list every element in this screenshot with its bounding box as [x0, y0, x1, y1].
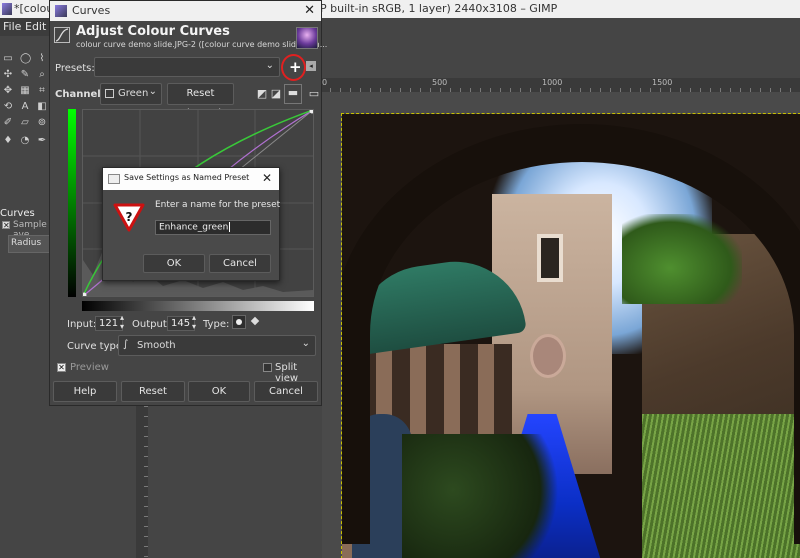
chevron-down-icon: ⌄	[301, 338, 310, 349]
zoom-tool-icon[interactable]: ⌕	[37, 70, 47, 80]
ruler-mark-1000: 1000	[542, 78, 563, 87]
radius-field[interactable]: Radius	[8, 235, 52, 253]
save-preset-titlebar: Save Settings as Named Preset ✕	[103, 168, 279, 190]
input-value: 121	[99, 318, 119, 329]
channel-value: Green	[118, 88, 149, 99]
add-preset-button-highlight[interactable]: +	[281, 54, 306, 81]
save-preset-dialog: Save Settings as Named Preset ✕ ? Enter …	[102, 167, 280, 281]
curves-icon	[54, 27, 70, 43]
curves-title: Curves	[72, 4, 111, 17]
crop-tool-icon[interactable]: ⌗	[37, 86, 47, 96]
paintbrush-tool-icon[interactable]: ✐	[3, 118, 13, 128]
ruler-mark-500: 500	[432, 78, 448, 87]
log-histogram-icon[interactable]: ◪	[268, 86, 284, 102]
output-spin-arrows-icon[interactable]: ▴ ▾	[192, 313, 196, 331]
eraser-tool-icon[interactable]: ▱	[20, 118, 30, 128]
channel-icon	[105, 89, 114, 98]
plus-icon: +	[289, 58, 302, 76]
curve-view-icon[interactable]: ▬	[284, 84, 302, 104]
curves-titlebar: Curves ✕	[50, 1, 321, 21]
tool-options-title: Curves	[0, 208, 35, 219]
question-warning-icon: ?	[113, 202, 145, 232]
ruler-mark-0: 0	[322, 78, 328, 87]
menu-edit[interactable]: Edit	[25, 18, 46, 36]
preset-cancel-button[interactable]: Cancel	[209, 254, 271, 273]
cancel-button[interactable]: Cancel	[254, 381, 318, 402]
corner-point-type-icon[interactable]	[250, 316, 260, 326]
gimp-app-icon	[2, 3, 12, 15]
curves-heading: Adjust Colour Curves	[76, 24, 230, 39]
curve-type-combo[interactable]: ∫ Smooth ⌄	[118, 335, 316, 356]
ellipse-select-tool-icon[interactable]: ◯	[20, 54, 31, 64]
ruler-mark-1500: 1500	[652, 78, 673, 87]
image-canvas-photo[interactable]	[341, 113, 800, 558]
smooth-point-type-icon[interactable]	[232, 315, 246, 329]
curve-type-value: Smooth	[137, 340, 176, 351]
vertical-ruler	[136, 406, 148, 558]
transform-tool-icon[interactable]: ⟲	[3, 102, 13, 112]
reset-channel-button[interactable]: Reset Channel	[167, 83, 234, 119]
input-label: Input:	[67, 319, 97, 330]
chevron-down-icon: ⌄	[148, 86, 157, 97]
svg-text:?: ?	[126, 210, 133, 224]
text-caret	[229, 222, 231, 232]
input-spin-arrows-icon[interactable]: ▴ ▾	[120, 313, 124, 331]
dialog-icon	[108, 174, 120, 184]
fuzzy-select-tool-icon[interactable]: ✣	[3, 70, 13, 80]
rect-select-tool-icon[interactable]: ▭	[3, 54, 13, 64]
tool-options-panel: Curves ✕ Sample ave Radius	[0, 192, 52, 558]
close-icon[interactable]: ✕	[262, 171, 272, 185]
output-label: Output:	[132, 319, 171, 330]
bucket-fill-tool-icon[interactable]: ◧	[37, 102, 47, 112]
ok-button[interactable]: OK	[188, 381, 250, 402]
curve-type-label: Curve type:	[67, 341, 126, 352]
channel-combo[interactable]: Green ⌄	[100, 83, 162, 105]
paths-tool-icon[interactable]: ✒	[37, 136, 47, 146]
output-value: 145	[171, 318, 191, 329]
curves-subtitle: colour curve demo slide.JPG-2 ([colour c…	[76, 40, 328, 49]
preview-label: Preview	[70, 362, 109, 373]
sample-average-checkbox[interactable]: ✕	[2, 221, 10, 230]
smudge-tool-icon[interactable]: ♦	[3, 136, 13, 146]
clone-tool-icon[interactable]: ⊚	[37, 118, 47, 128]
smooth-curve-icon: ∫	[123, 339, 129, 350]
dodge-tool-icon[interactable]: ◔	[20, 136, 30, 146]
text-tool-icon[interactable]: A	[20, 102, 30, 112]
output-gradient-bar	[68, 109, 76, 297]
type-label: Type:	[203, 319, 230, 330]
image-thumbnail	[296, 27, 318, 49]
presets-menu-icon[interactable]: ◂	[306, 61, 316, 71]
main-window-title-right: P built-in sRGB, 1 layer) 2440x3108 – GI…	[320, 2, 558, 15]
preview-checkbox[interactable]: ✕	[57, 363, 66, 372]
help-button[interactable]: Help	[53, 381, 117, 402]
presets-label: Presets:	[55, 63, 95, 74]
preset-name-input[interactable]: Enhance_green	[155, 220, 271, 235]
preset-name-prompt: Enter a name for the preset	[155, 200, 281, 210]
move-tool-icon[interactable]: ✥	[3, 86, 13, 96]
close-icon[interactable]: ✕	[304, 3, 315, 18]
input-gradient-bar	[82, 301, 314, 311]
output-spinbox[interactable]: 145	[167, 316, 195, 331]
free-select-tool-icon[interactable]: ⌇	[37, 54, 47, 64]
chevron-up-icon[interactable]: ▭	[306, 86, 322, 102]
menubar: File Edit	[0, 18, 52, 36]
color-picker-tool-icon[interactable]: ✎	[20, 70, 30, 80]
save-preset-title: Save Settings as Named Preset	[124, 173, 250, 182]
horizontal-ruler: 0 500 1000 1500	[320, 78, 800, 92]
photo-arch	[342, 124, 800, 544]
reset-button[interactable]: Reset	[121, 381, 185, 402]
preset-ok-button[interactable]: OK	[143, 254, 205, 273]
gimp-dialog-icon	[55, 5, 67, 17]
menu-file[interactable]: File	[3, 18, 21, 36]
split-view-checkbox[interactable]	[263, 363, 272, 372]
align-tool-icon[interactable]: ▦	[20, 86, 30, 96]
presets-combo[interactable]: ⌄	[94, 57, 280, 77]
channel-label: Channel:	[55, 89, 105, 100]
preset-name-value: Enhance_green	[159, 222, 229, 233]
input-spinbox[interactable]: 121	[95, 316, 123, 331]
chevron-down-icon: ⌄	[265, 60, 274, 71]
